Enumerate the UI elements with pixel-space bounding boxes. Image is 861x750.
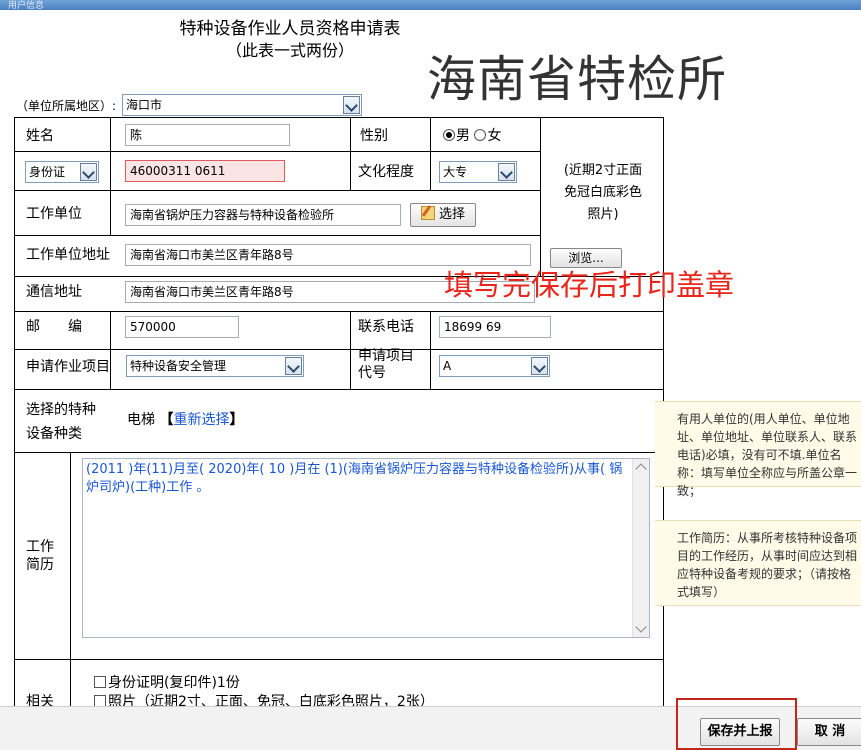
gender-label: 性别 bbox=[360, 128, 388, 144]
watermark-text: 海南省特检所 bbox=[427, 51, 728, 108]
mail-address-label: 通信地址 bbox=[26, 284, 82, 300]
select-employer-button[interactable]: 选择 bbox=[410, 203, 476, 227]
chevron-down-icon bbox=[531, 357, 548, 375]
attachment-1-label: 身份证明(复印件)1份 bbox=[108, 675, 240, 691]
education-select-value: 大专 bbox=[443, 165, 468, 179]
region-select-value: 海口市 bbox=[126, 98, 163, 112]
history-label-line1: 工作 bbox=[26, 539, 54, 555]
project-label: 申请作业项目 bbox=[26, 359, 110, 375]
history-label-line2: 简历 bbox=[26, 557, 54, 573]
attachment-1-checkbox[interactable] bbox=[94, 676, 106, 688]
project-code-label: 申请项目 代号 bbox=[358, 348, 414, 382]
photo-text-line1: (近期2寸正面 bbox=[563, 163, 643, 178]
postcode-input[interactable]: 570000 bbox=[125, 316, 239, 338]
equipment-label: 选择的特种 设备种类 bbox=[26, 398, 96, 446]
scroll-down-icon bbox=[635, 621, 647, 633]
postcode-label: 邮 编 bbox=[26, 319, 82, 335]
photo-text-line3: 照片) bbox=[587, 207, 619, 222]
employer-label: 工作单位 bbox=[26, 206, 82, 222]
equipment-label-line1: 选择的特种 bbox=[26, 402, 96, 418]
window-titlebar: 用户信息 bbox=[0, 0, 861, 11]
window-title: 用户信息 bbox=[8, 1, 45, 11]
chevron-down-icon bbox=[80, 163, 97, 181]
photo-placeholder: (近期2寸正面 免冠白底彩色 照片) bbox=[545, 160, 661, 226]
history-label: 工作 简历 bbox=[26, 538, 54, 574]
reselect-equipment-link[interactable]: 重新选择 bbox=[173, 412, 229, 428]
chevron-down-icon bbox=[498, 163, 515, 181]
equipment-value: 电梯 bbox=[127, 412, 155, 428]
gender-female-label: 女 bbox=[487, 128, 502, 144]
attachment-item-1: 身份证明(复印件)1份 bbox=[94, 673, 240, 693]
textarea-scrollbar[interactable] bbox=[632, 459, 649, 637]
project-code-value: A bbox=[443, 359, 452, 373]
name-input[interactable]: 陈 bbox=[125, 124, 290, 146]
education-label: 文化程度 bbox=[358, 164, 414, 180]
reselect-bracket-open: 【 bbox=[159, 412, 174, 428]
gender-female-radio[interactable] bbox=[474, 129, 487, 141]
name-label: 姓名 bbox=[26, 128, 54, 144]
scroll-up-icon bbox=[635, 463, 647, 475]
phone-input[interactable]: 18699 69 bbox=[439, 316, 551, 338]
pencil-icon bbox=[420, 206, 435, 220]
employer-input[interactable]: 海南省锅炉压力容器与特种设备检验所 bbox=[125, 204, 401, 226]
employer-address-label: 工作单位地址 bbox=[26, 247, 110, 263]
photo-text-line2: 免冠白底彩色 bbox=[563, 185, 642, 200]
region-select[interactable]: 海口市 bbox=[122, 94, 362, 116]
work-history-textarea[interactable]: (2011 )年(11)月至( 2020)年( 10 )月在 (1)(海南省锅炉… bbox=[82, 458, 650, 638]
form-title: 特种设备作业人员资格申请表 bbox=[179, 19, 401, 39]
id-type-select[interactable]: 身份证 bbox=[25, 161, 99, 183]
gender-radio-group: 男 女 bbox=[443, 126, 501, 146]
gender-male-radio[interactable] bbox=[443, 129, 455, 141]
id-number-input[interactable]: 46000311 0611 bbox=[125, 160, 285, 182]
work-history-text: (2011 )年(11)月至( 2020)年( 10 )月在 (1)(海南省锅炉… bbox=[86, 462, 623, 495]
select-button-label: 选择 bbox=[438, 207, 465, 222]
project-code-label-line2: 代号 bbox=[358, 365, 386, 381]
phone-label: 联系电话 bbox=[358, 319, 414, 335]
chevron-down-icon bbox=[285, 357, 302, 375]
employer-tip: 有用人单位的(用人单位、单位地址、单位地址、单位联系人、联系电话)必填，没有可不… bbox=[655, 401, 861, 498]
project-code-label-line1: 申请项目 bbox=[358, 348, 414, 364]
chevron-down-icon bbox=[343, 96, 360, 114]
project-select-value: 特种设备安全管理 bbox=[130, 359, 227, 373]
form-subtitle: （此表一式两份） bbox=[225, 41, 354, 60]
gender-male-label: 男 bbox=[456, 128, 470, 144]
cancel-button[interactable]: 取 消 bbox=[797, 718, 861, 746]
project-code-select[interactable]: A bbox=[439, 355, 550, 377]
id-type-value: 身份证 bbox=[29, 165, 66, 179]
save-button-highlight bbox=[676, 698, 797, 750]
equipment-selection: 电梯 【重新选择】 bbox=[127, 410, 243, 430]
reselect-bracket-close: 】 bbox=[229, 412, 244, 428]
overlay-note: 填写完保存后打印盖章 bbox=[444, 268, 735, 302]
region-label: （单位所属地区）: bbox=[16, 99, 117, 113]
education-select[interactable]: 大专 bbox=[439, 161, 517, 183]
history-tip: 工作简历：从事所考核特种设备项目的工作经历，从事时间应达到相应特种设备考规的要求… bbox=[655, 520, 861, 606]
equipment-label-line2: 设备种类 bbox=[26, 426, 82, 442]
project-select[interactable]: 特种设备安全管理 bbox=[126, 355, 304, 377]
